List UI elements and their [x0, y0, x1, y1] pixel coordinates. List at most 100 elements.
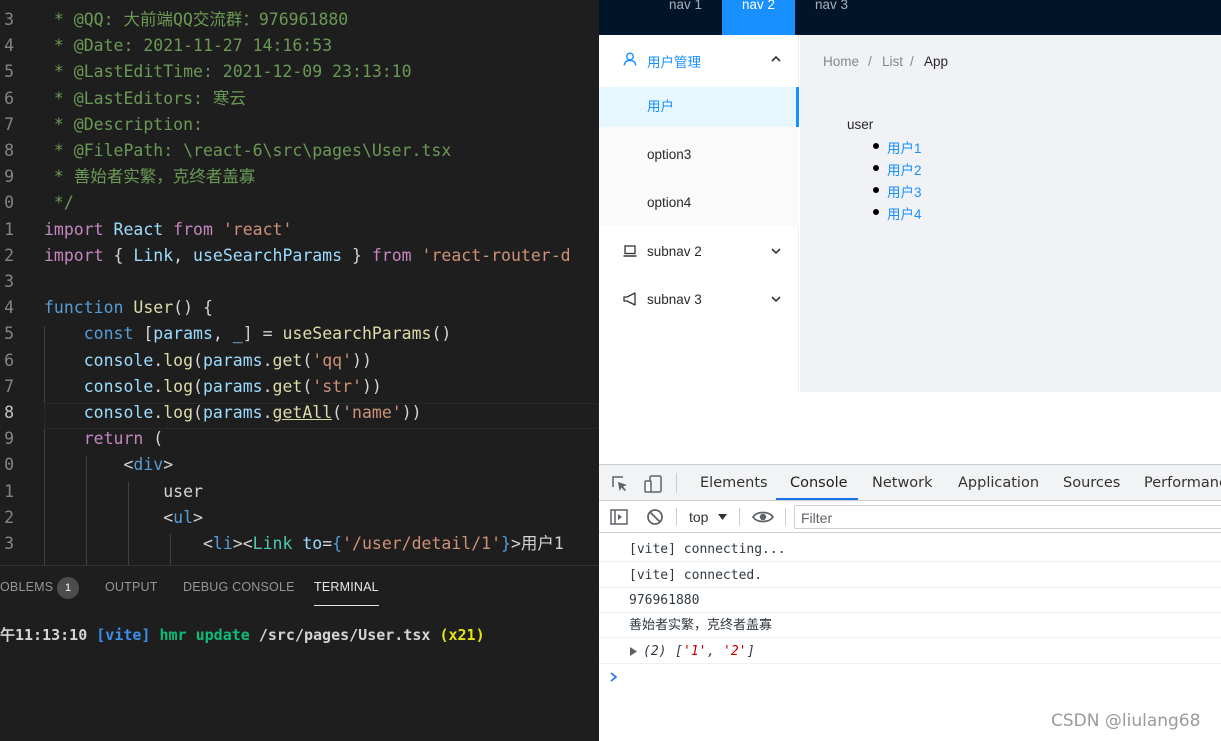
line-number: 2 [4, 507, 14, 527]
code-token: div [133, 455, 164, 475]
code-token: [ [133, 324, 154, 344]
code-content: <div> [44, 452, 173, 478]
code-token: 'react-router-d [411, 245, 571, 265]
tab-sources[interactable]: Sources [1063, 475, 1120, 491]
devtools-panel: Elements Console Network Application Sou… [599, 464, 1221, 741]
code-content: console.log(params.get('qq')) [44, 348, 372, 374]
menu-item-option3[interactable]: option3 [599, 135, 799, 175]
browser-viewport: nav 1 nav 2 nav 3 用户管理 用户 option3 option… [599, 0, 1221, 464]
line-number: 9 [4, 167, 14, 187]
line-number: 0 [4, 455, 14, 475]
clear-console-icon[interactable] [646, 508, 664, 526]
line-number: 7 [4, 376, 14, 396]
code-content: console.log(params.get('str')) [44, 374, 382, 400]
list-bullet [873, 143, 879, 149]
inspect-element-icon[interactable] [611, 475, 629, 493]
user-link-1[interactable]: 用户1 [887, 137, 922, 157]
code-token: . [153, 403, 164, 422]
terminal-time: 午11:13:10 [0, 626, 88, 644]
submenu-subnav-3[interactable]: subnav 3 [599, 279, 799, 319]
code-line: 5 * @LastEditTime: 2021-12-09 23:13:10 [0, 59, 599, 85]
code-line: 8 * @FilePath: \react-6\src\pages\User.t… [0, 138, 599, 164]
code-token: console [83, 376, 154, 396]
tab-performance[interactable]: Performanc [1144, 475, 1221, 491]
code-token: 'qq' [312, 350, 353, 370]
code-token: Link [133, 245, 174, 265]
tab-application[interactable]: Application [958, 475, 1039, 491]
menu-item-option4[interactable]: option4 [599, 183, 799, 223]
submenu-subnav-2[interactable]: subnav 2 [599, 231, 799, 271]
tab-network[interactable]: Network [872, 475, 933, 491]
code-token: . [153, 350, 164, 370]
code-token: * @Description: [44, 114, 203, 134]
menu-item-user[interactable]: 用户 [599, 87, 799, 127]
prompt-chevron-icon [610, 672, 617, 682]
code-token: . [262, 403, 273, 422]
tab-terminal[interactable]: TERMINAL [314, 580, 379, 594]
code-content: * @LastEditTime: 2021-12-09 23:13:10 [44, 59, 412, 85]
user-link-4[interactable]: 用户4 [887, 203, 922, 223]
console-prompt[interactable] [609, 665, 1209, 690]
code-token: function [44, 298, 124, 318]
filter-placeholder: Filter [801, 510, 833, 526]
code-token: >用户1 [510, 534, 564, 553]
user-link-2[interactable]: 用户2 [887, 159, 922, 179]
breadcrumb-list[interactable]: List [882, 54, 903, 69]
code-content: const [params, _] = useSearchParams() [44, 321, 452, 347]
code-token: * @QQ: 大前端QQ交流群：976961880 [44, 10, 349, 29]
console-message: [vite] connected. [599, 563, 1221, 588]
line-number: 3 [4, 272, 14, 291]
code-token: console [83, 403, 154, 422]
code-token: } [501, 534, 511, 553]
terminal-msg: hmr update [159, 626, 250, 644]
line-number: 1 [4, 481, 14, 501]
menu-item-label: 用户 [647, 99, 674, 114]
submenu-user-management[interactable]: 用户管理 [599, 39, 799, 79]
tab-console[interactable]: Console [790, 475, 848, 491]
code-token: to [302, 534, 323, 553]
nav-item-2[interactable]: nav 2 [722, 0, 795, 35]
code-line: 8 console.log(params.getAll('name')) [0, 400, 599, 426]
code-token: const [83, 324, 134, 344]
filter-input[interactable]: Filter [794, 505, 1221, 529]
line-number: 6 [4, 88, 14, 108]
code-token: log [163, 403, 194, 422]
tab-elements[interactable]: Elements [700, 475, 768, 491]
console-array-entry[interactable]: (2) [ '1' , '2' ] [599, 639, 1221, 664]
device-toolbar-icon[interactable] [643, 474, 663, 494]
eye-icon[interactable] [752, 510, 774, 524]
code-line: 7 console.log(params.get('str')) [0, 374, 599, 400]
line-number: 1 [4, 219, 14, 239]
terminal-output-line: 午11:13:10 [vite] hmr update /src/pages/U… [0, 624, 485, 645]
nav-item-3[interactable]: nav 3 [795, 0, 865, 35]
code-token: 'name' [342, 403, 402, 422]
tab-output[interactable]: OUTPUT [105, 580, 158, 594]
code-token: ( [193, 376, 203, 396]
nav-item-1[interactable]: nav 1 [649, 0, 719, 35]
tab-problems[interactable]: OBLEMS [0, 580, 53, 594]
nav-item-label: nav 3 [815, 0, 849, 12]
code-token: )) [361, 376, 382, 396]
submenu-items: 用户 option3 option4 [599, 87, 799, 226]
code-token: ( [143, 429, 164, 449]
expand-triangle-icon[interactable] [630, 647, 637, 656]
breadcrumb-home[interactable]: Home [823, 54, 859, 69]
laptop-icon [623, 245, 637, 257]
top-nav: nav 1 nav 2 nav 3 [599, 0, 1221, 35]
code-editor[interactable]: 3 * @QQ: 大前端QQ交流群：976961880 4 * @Date: 20… [0, 0, 599, 565]
code-token: user [44, 481, 203, 501]
code-token: , [212, 324, 233, 344]
code-token: log [163, 350, 194, 370]
sidebar-toggle-icon[interactable] [610, 509, 628, 525]
user-link-3[interactable]: 用户3 [887, 181, 922, 201]
tab-debug-console[interactable]: DEBUG CONSOLE [183, 580, 295, 594]
code-token: getAll [272, 403, 333, 422]
code-token: ( [302, 350, 313, 370]
context-selector[interactable]: top [689, 509, 708, 525]
console-message: 976961880 [599, 588, 1221, 613]
